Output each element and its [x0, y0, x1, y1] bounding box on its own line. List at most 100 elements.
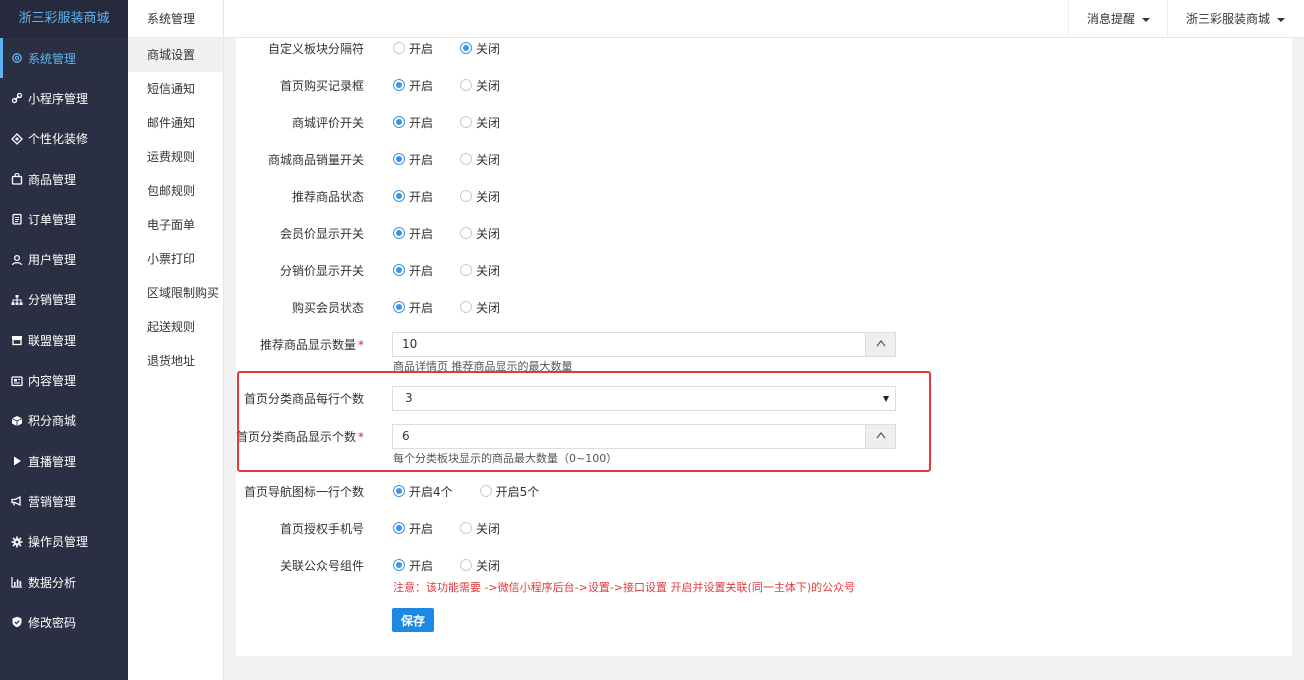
field-label: 购买会员状态 — [291, 300, 364, 315]
nav-item-label: 联盟管理 — [28, 333, 77, 348]
toggle-radio-group: 开启 关闭 — [393, 151, 527, 168]
dropdown-arrow-icon — [883, 395, 889, 402]
radio-off[interactable]: 关闭 — [460, 557, 500, 574]
sub-nav-item[interactable]: 退货地址 — [128, 344, 223, 378]
nav-item-label: 分销管理 — [28, 293, 77, 308]
nav-item-label: 营销管理 — [28, 494, 77, 509]
sub-nav-item[interactable]: 区域限制购买 — [128, 276, 223, 310]
radio-on[interactable]: 开启 — [393, 557, 433, 574]
radio-label: 关闭 — [476, 115, 501, 130]
toggle-radio-group: 开启 关闭 — [393, 114, 527, 131]
radio-label: 关闭 — [476, 41, 501, 56]
sub-nav-item[interactable]: 商城设置 — [128, 38, 223, 72]
radio-off[interactable]: 关闭 — [460, 262, 500, 279]
chevron-up-icon — [876, 340, 885, 347]
radio-dot — [393, 190, 405, 202]
radio-on[interactable]: 开启 — [393, 40, 433, 57]
radio-dot — [393, 227, 405, 239]
shield-icon — [10, 615, 24, 629]
nav-item[interactable]: 用户管理 — [0, 239, 128, 279]
nav-item[interactable]: 小程序管理 — [0, 78, 128, 118]
radio-dot — [460, 227, 473, 239]
radio-off[interactable]: 关闭 — [460, 77, 500, 94]
sitemap-icon — [10, 293, 24, 307]
radio-off[interactable]: 关闭 — [460, 520, 500, 537]
radio-dot — [393, 42, 405, 54]
cube-icon — [10, 414, 24, 428]
nav-item[interactable]: 营销管理 — [0, 481, 128, 521]
radio-on[interactable]: 开启 — [393, 188, 433, 205]
nav-item[interactable]: 积分商城 — [0, 401, 128, 441]
nav-item[interactable]: 系统管理 — [0, 38, 128, 79]
nav-item-label: 修改密码 — [28, 615, 77, 630]
nav-item[interactable]: 订单管理 — [0, 199, 128, 239]
clipboard-icon — [10, 212, 24, 226]
save-button[interactable]: 保存 — [392, 608, 434, 632]
radio-label: 开启 — [409, 300, 434, 315]
sub-nav-item[interactable]: 起送规则 — [128, 310, 223, 344]
radio-dot — [393, 522, 405, 534]
nav-item[interactable]: 数据分析 — [0, 562, 128, 602]
sub-nav-item[interactable]: 包邮规则 — [128, 174, 223, 208]
category-count-input[interactable]: 6 — [392, 423, 896, 449]
nav-item[interactable]: 内容管理 — [0, 360, 128, 400]
settings-panel: 自定义板块分隔符 开启 关闭 首页购买记录框 开启 关闭 商城评价开关 开启 关闭 商城商品销量开… — [236, 38, 1292, 656]
user-icon — [10, 253, 24, 267]
sub-nav: 商城设置 短信通知 邮件通知 运费规则 包邮规则 电子面单 小票打印 区域限制购买 起送规则 退货… — [128, 38, 223, 378]
radio-label: 关闭 — [476, 189, 501, 204]
radio-on[interactable]: 开启 — [393, 114, 433, 131]
field-label: 推荐商品状态 — [291, 189, 364, 204]
radio-dot — [460, 153, 473, 165]
radio-label: 开启 — [409, 189, 434, 204]
sub-nav-item[interactable]: 小票打印 — [128, 242, 223, 276]
recommend-count-input[interactable]: 10 — [392, 331, 896, 357]
increment-button[interactable] — [865, 332, 895, 356]
nav-item[interactable]: 联盟管理 — [0, 320, 128, 360]
field-label: 推荐商品显示数量 * — [259, 337, 364, 352]
chevron-up-icon — [876, 432, 885, 439]
field-label: 首页导航图标一行个数 — [243, 484, 364, 499]
radio-on[interactable]: 开启 — [393, 77, 433, 94]
nav-item-label: 系统管理 — [28, 51, 77, 66]
notification-dropdown[interactable]: 消息提醒 — [1068, 0, 1168, 38]
radio-dot — [393, 153, 405, 165]
radio-off[interactable]: 关闭 — [460, 188, 500, 205]
toggle-row: 自定义板块分隔符 开启 关闭 — [236, 36, 1292, 60]
radio-off[interactable]: 关闭 — [460, 114, 500, 131]
official-account-warning: 注意：该功能需要 ->微信小程序后台->设置->接口设置 开启并设置关联(同一主… — [393, 581, 856, 594]
diamond-icon — [10, 132, 24, 146]
sub-nav-item[interactable]: 邮件通知 — [128, 106, 223, 140]
nav-item[interactable]: 个性化装修 — [0, 119, 128, 159]
toggle-row: 会员价显示开关 开启 关闭 — [236, 221, 1292, 245]
nav-item-label: 小程序管理 — [28, 91, 89, 106]
radio-dot — [479, 485, 492, 497]
nav-item[interactable]: 商品管理 — [0, 159, 128, 199]
radio-on[interactable]: 开启 — [393, 151, 433, 168]
radio-off[interactable]: 关闭 — [460, 225, 500, 242]
sub-nav-item[interactable]: 运费规则 — [128, 140, 223, 174]
radio-on[interactable]: 开启 — [393, 520, 433, 537]
nav-item[interactable]: 操作员管理 — [0, 522, 128, 562]
radio-dot — [460, 190, 473, 202]
toggle-row: 商城评价开关 开启 关闭 — [236, 110, 1292, 134]
nav-item[interactable]: 直播管理 — [0, 441, 128, 481]
radio-open-5[interactable]: 开启5个 — [479, 483, 539, 500]
increment-button[interactable] — [865, 424, 895, 448]
per-row-select[interactable]: 3 — [392, 385, 896, 411]
nav-item[interactable]: 修改密码 — [0, 602, 128, 642]
nav-item-label: 个性化装修 — [28, 132, 89, 147]
radio-open-4[interactable]: 开启4个 — [393, 483, 453, 500]
radio-off[interactable]: 关闭 — [460, 40, 500, 57]
radio-on[interactable]: 开启 — [393, 225, 433, 242]
field-label: 自定义板块分隔符 — [267, 41, 364, 56]
radio-dot — [460, 79, 473, 91]
radio-label: 开启 — [409, 78, 434, 93]
radio-off[interactable]: 关闭 — [460, 151, 500, 168]
radio-off[interactable]: 关闭 — [460, 299, 500, 316]
sub-nav-item[interactable]: 电子面单 — [128, 208, 223, 242]
radio-on[interactable]: 开启 — [393, 299, 433, 316]
sub-nav-item[interactable]: 短信通知 — [128, 72, 223, 106]
radio-on[interactable]: 开启 — [393, 262, 433, 279]
store-dropdown[interactable]: 浙三彩服装商城 — [1167, 0, 1304, 38]
nav-item[interactable]: 分销管理 — [0, 280, 128, 320]
